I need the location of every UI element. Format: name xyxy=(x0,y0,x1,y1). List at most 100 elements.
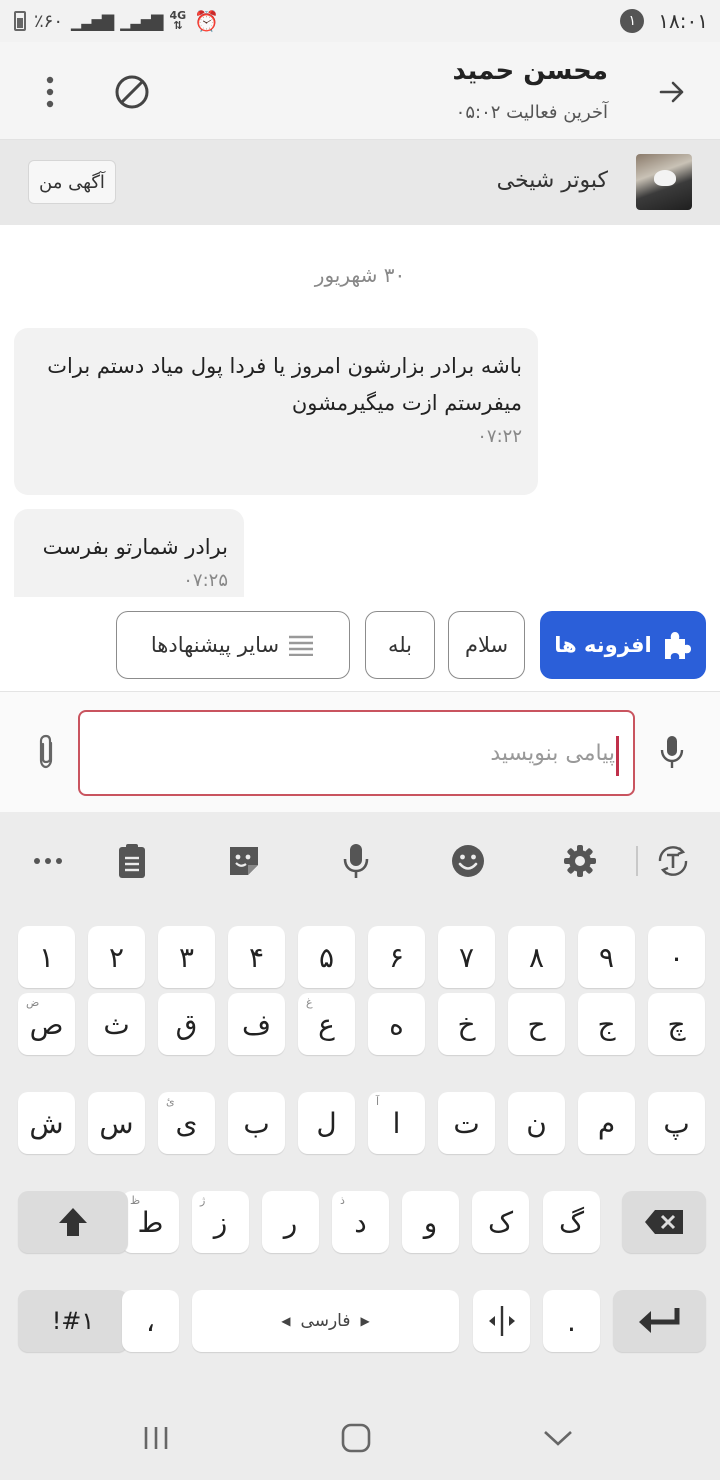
key-row3-0[interactable]: ظط xyxy=(122,1191,179,1253)
key-number-row-1[interactable]: ۲ xyxy=(88,926,145,988)
key-label: ۰ xyxy=(668,940,685,974)
key-number-row-4[interactable]: ۵ xyxy=(298,926,355,988)
key-row1-4[interactable]: غع xyxy=(298,993,355,1055)
keyboard-settings-button[interactable] xyxy=(560,841,600,881)
key-number-row-7[interactable]: ۸ xyxy=(508,926,565,988)
message-input[interactable] xyxy=(80,712,633,794)
key-row2-9[interactable]: پ xyxy=(648,1092,705,1154)
comma-key[interactable]: ، xyxy=(122,1290,179,1352)
message-time: ۰۷:۲۲ xyxy=(477,426,522,447)
contact-name: محسن حمید xyxy=(452,56,608,86)
key-row2-1[interactable]: س xyxy=(88,1092,145,1154)
composer-bar xyxy=(0,692,720,812)
system-nav-bar xyxy=(0,1398,720,1480)
key-alt-hint: ض xyxy=(26,996,40,1009)
key-row2-4[interactable]: ل xyxy=(298,1092,355,1154)
key-label: و xyxy=(423,1205,438,1239)
sticker-button[interactable] xyxy=(224,841,264,881)
backspace-key[interactable] xyxy=(622,1191,706,1253)
key-row1-9[interactable]: چ xyxy=(648,993,705,1055)
status-bar-right: ۱ ۱۸:۰۱ xyxy=(620,9,708,33)
key-label: ع xyxy=(318,1007,335,1041)
key-label: ب xyxy=(243,1106,270,1140)
key-number-row-2[interactable]: ۳ xyxy=(158,926,215,988)
key-label: د xyxy=(354,1205,367,1239)
more-options-button[interactable] xyxy=(28,841,68,881)
key-row1-5[interactable]: ه xyxy=(368,993,425,1055)
key-label: م xyxy=(597,1106,616,1140)
back-nav-button[interactable] xyxy=(536,1418,580,1458)
key-row1-8[interactable]: ج xyxy=(578,993,635,1055)
ad-info-bar[interactable]: کبوتر شیخی آگهی من xyxy=(0,140,720,225)
space-key[interactable]: ◀ فارسی ▶ xyxy=(192,1290,459,1352)
suggestion-chip-salam[interactable]: سلام xyxy=(448,611,525,679)
clipboard-button[interactable] xyxy=(112,841,152,881)
home-button[interactable] xyxy=(334,1418,378,1458)
key-row3-1[interactable]: ژز xyxy=(192,1191,249,1253)
network-type: 4G ⇅ xyxy=(169,9,187,32)
key-label: ی xyxy=(175,1106,198,1140)
suggestion-chip-bale[interactable]: بله xyxy=(365,611,435,679)
more-suggestions-button[interactable]: سایر پیشنهادها xyxy=(116,611,350,679)
symbols-key[interactable]: !#۱ xyxy=(18,1290,128,1352)
ad-thumbnail[interactable] xyxy=(636,154,692,210)
voice-input-button[interactable] xyxy=(336,841,376,881)
key-row1-0[interactable]: ضص xyxy=(18,993,75,1055)
attach-button[interactable] xyxy=(26,732,66,772)
recent-apps-button[interactable] xyxy=(134,1418,178,1458)
message-bubble[interactable]: برادر شمارتو بفرست ۰۷:۲۵ xyxy=(14,509,244,597)
message-bubble[interactable]: باشه برادر بزارشون امروز یا فردا پول میا… xyxy=(14,328,538,495)
message-input-box[interactable] xyxy=(78,710,635,796)
block-button[interactable] xyxy=(112,72,152,112)
key-number-row-8[interactable]: ۹ xyxy=(578,926,635,988)
key-row3-4[interactable]: و xyxy=(402,1191,459,1253)
key-row1-1[interactable]: ث xyxy=(88,993,145,1055)
key-alt-hint: ظ xyxy=(130,1194,141,1207)
cursor-move-key[interactable] xyxy=(473,1290,530,1352)
my-ad-button[interactable]: آگهی من xyxy=(28,160,116,204)
enter-key[interactable] xyxy=(613,1290,706,1352)
key-row2-0[interactable]: ش xyxy=(18,1092,75,1154)
puzzle-icon xyxy=(664,632,691,659)
key-number-row-0[interactable]: ۱ xyxy=(18,926,75,988)
message-list[interactable]: ۳۰ شهریور باشه برادر بزارشون امروز یا فر… xyxy=(0,225,720,597)
key-row1-6[interactable]: خ xyxy=(438,993,495,1055)
key-number-row-9[interactable]: ۰ xyxy=(648,926,705,988)
status-clock: ۱۸:۰۱ xyxy=(658,9,708,33)
key-number-row-6[interactable]: ۷ xyxy=(438,926,495,988)
toolbar-divider xyxy=(636,846,638,876)
key-row2-5[interactable]: آا xyxy=(368,1092,425,1154)
chevron-down-icon xyxy=(544,1431,572,1446)
more-menu-button[interactable] xyxy=(30,72,70,112)
key-row3-6[interactable]: گ xyxy=(543,1191,600,1253)
key-row2-8[interactable]: م xyxy=(578,1092,635,1154)
key-label: ر xyxy=(283,1205,298,1239)
pigeon-image xyxy=(654,170,676,186)
key-label: ل xyxy=(316,1106,337,1140)
key-row1-7[interactable]: ح xyxy=(508,993,565,1055)
key-row1-2[interactable]: ق xyxy=(158,993,215,1055)
quick-reply-row: افزونه ها سلام بله سایر پیشنهادها xyxy=(0,597,720,692)
key-row2-7[interactable]: ن xyxy=(508,1092,565,1154)
key-row1-3[interactable]: ف xyxy=(228,993,285,1055)
key-row3-3[interactable]: ذد xyxy=(332,1191,389,1253)
period-key[interactable]: . xyxy=(543,1290,600,1352)
key-row2-2[interactable]: ئی xyxy=(158,1092,215,1154)
shift-key[interactable] xyxy=(18,1191,128,1253)
addons-button[interactable]: افزونه ها xyxy=(540,611,706,679)
key-number-row-3[interactable]: ۴ xyxy=(228,926,285,988)
ad-title: کبوتر شیخی xyxy=(496,168,608,193)
key-alt-hint: ئ xyxy=(166,1095,175,1108)
key-row2-6[interactable]: ت xyxy=(438,1092,495,1154)
key-number-row-5[interactable]: ۶ xyxy=(368,926,425,988)
emoji-button[interactable] xyxy=(448,841,488,881)
back-button[interactable] xyxy=(652,72,692,112)
keyboard-toolbar xyxy=(0,812,720,910)
voice-message-button[interactable] xyxy=(652,732,692,772)
key-row2-3[interactable]: ب xyxy=(228,1092,285,1154)
translate-button[interactable] xyxy=(653,841,693,881)
key-row3-2[interactable]: ر xyxy=(262,1191,319,1253)
key-label: ۵ xyxy=(318,940,335,974)
key-row3-5[interactable]: ک xyxy=(472,1191,529,1253)
message-time: ۰۷:۲۵ xyxy=(183,570,228,591)
